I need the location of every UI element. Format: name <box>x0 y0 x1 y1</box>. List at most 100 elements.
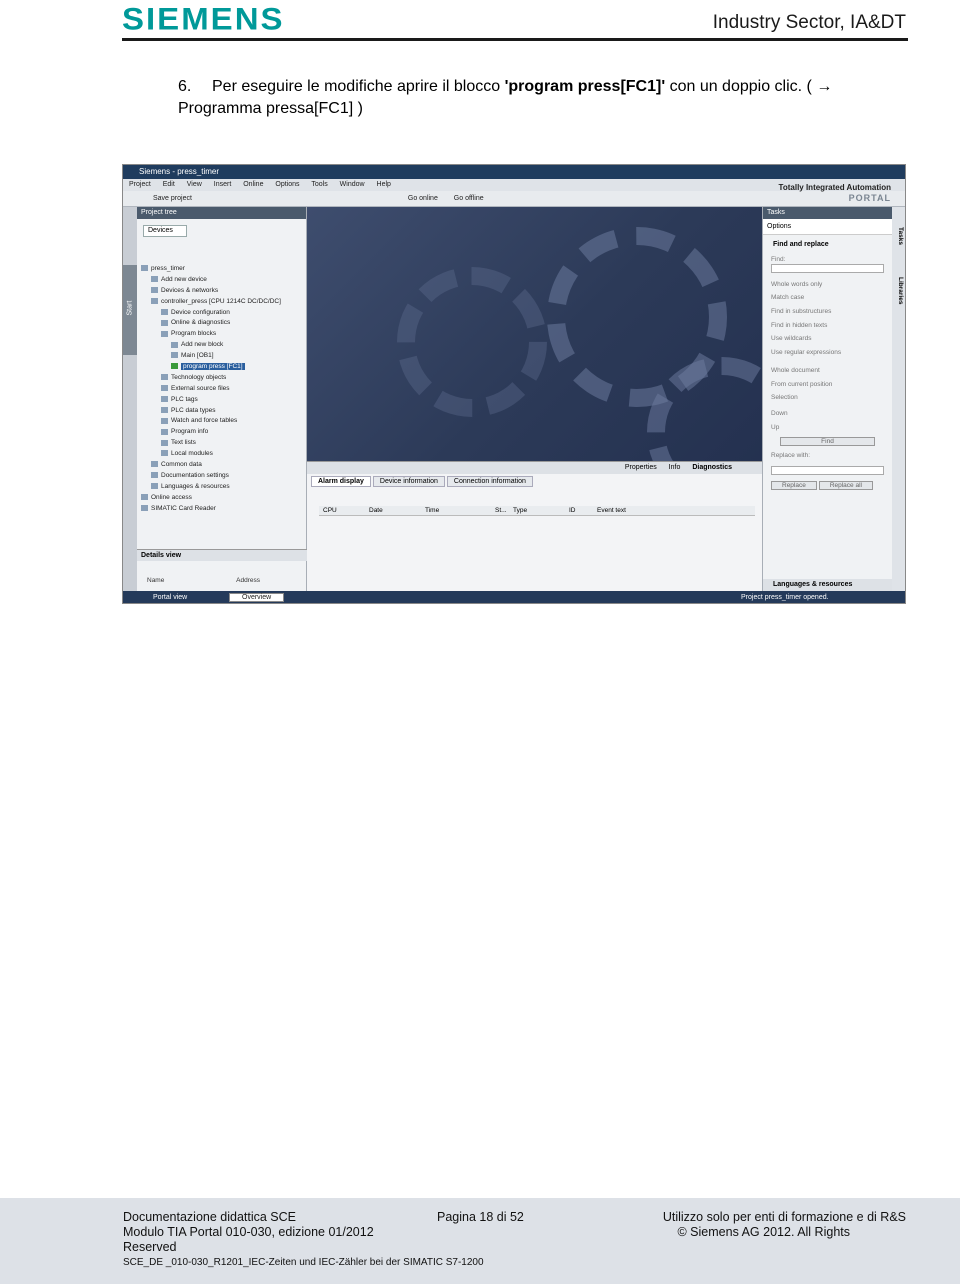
find-option[interactable]: Whole words only <box>763 281 892 295</box>
tree-item[interactable]: Local modules <box>139 450 305 461</box>
find-button[interactable]: Find <box>780 437 875 447</box>
tree-item[interactable]: press_timer <box>139 265 305 276</box>
col-name: Name <box>147 577 165 584</box>
direction-option[interactable]: Up <box>763 424 892 438</box>
footer-doc: Documentazione didattica SCE <box>123 1210 297 1224</box>
tia-portal-screenshot: Siemens - press_timer Project Edit View … <box>122 164 906 604</box>
siemens-logo: SIEMENS <box>122 0 285 37</box>
tab-properties[interactable]: Properties <box>625 464 657 471</box>
portal-view-button[interactable]: Portal view <box>153 594 187 601</box>
menu-help[interactable]: Help <box>377 181 391 188</box>
col-time: Time <box>425 507 440 514</box>
start-label: Start <box>126 300 134 316</box>
menu-options[interactable]: Options <box>275 181 299 188</box>
start-tab[interactable]: Start <box>123 265 137 355</box>
tree-item[interactable]: PLC data types <box>139 407 305 418</box>
tree-item[interactable]: SIMATIC Card Reader <box>139 505 305 516</box>
project-tree-header: Project tree <box>137 207 306 219</box>
tree-item[interactable]: Languages & resources <box>139 483 305 494</box>
page-footer: Documentazione didattica SCE Pagina 18 d… <box>0 1198 960 1284</box>
tree-item[interactable]: Online access <box>139 494 305 505</box>
tab-devices[interactable]: Devices <box>143 225 187 237</box>
tree-item[interactable]: Devices & networks <box>139 287 305 298</box>
find-option[interactable]: Use wildcards <box>763 335 892 349</box>
tree-item[interactable]: Program blocks <box>139 330 305 341</box>
tasks-header: Tasks <box>763 207 892 219</box>
step-text: Per eseguire le modifiche aprire il bloc… <box>212 78 505 95</box>
replace-input[interactable] <box>771 465 884 475</box>
menu-view[interactable]: View <box>187 181 202 188</box>
alarm-table-header: CPU Date Time St... Type ID Event text <box>319 506 755 516</box>
inspector-panel: Properties Info Diagnostics Alarm displa… <box>307 461 762 591</box>
side-tab-libraries[interactable]: Libraries <box>897 277 904 304</box>
footer-file: SCE_DE _010-030_R1201_IEC-Zeiten und IEC… <box>123 1257 484 1268</box>
menu-edit[interactable]: Edit <box>163 181 175 188</box>
col-event-text: Event text <box>597 507 626 514</box>
menu-insert[interactable]: Insert <box>214 181 232 188</box>
menu-online[interactable]: Online <box>243 181 263 188</box>
tree-item[interactable]: Watch and force tables <box>139 417 305 428</box>
tree-item-program-press[interactable]: program press [FC1] <box>139 363 305 374</box>
tree-item[interactable]: Main [OB1] <box>139 352 305 363</box>
menu-tools[interactable]: Tools <box>311 181 327 188</box>
find-input[interactable] <box>771 263 884 273</box>
side-tabs: Tasks Libraries <box>892 207 905 591</box>
find-option[interactable]: Find in hidden texts <box>763 322 892 336</box>
tree-item[interactable]: Online & diagnostics <box>139 319 305 330</box>
tree-item[interactable]: Text lists <box>139 439 305 450</box>
tab-device-information[interactable]: Device information <box>372 476 445 487</box>
status-bar: Portal view Overview Project press_timer… <box>123 591 905 603</box>
find-replace-header[interactable]: Find and replace <box>763 235 892 250</box>
menu-project[interactable]: Project <box>129 181 151 188</box>
go-online-button[interactable]: Go online <box>408 195 438 202</box>
tree-item[interactable]: controller_press [CPU 1214C DC/DC/DC] <box>139 298 305 309</box>
replace-label: Replace with: <box>771 452 811 460</box>
portal-title: Totally Integrated Automation <box>778 183 891 192</box>
details-view-header[interactable]: Details view <box>137 549 307 561</box>
step-translation: Programma pressa[FC1] ) <box>178 100 363 117</box>
tree-item[interactable]: Technology objects <box>139 374 305 385</box>
step-number: 6. <box>178 78 192 95</box>
find-option[interactable]: Use regular expressions <box>763 349 892 363</box>
go-offline-button[interactable]: Go offline <box>454 195 484 202</box>
menu-window[interactable]: Window <box>340 181 365 188</box>
tab-connection-information[interactable]: Connection information <box>446 476 533 487</box>
find-option[interactable]: Find in substructures <box>763 308 892 322</box>
tree-item[interactable]: Add new block <box>139 341 305 352</box>
replace-button[interactable]: Replace <box>771 480 817 490</box>
status-message: Project press_timer opened. <box>741 594 829 601</box>
footer-reserved: Reserved <box>123 1240 177 1254</box>
window-title: Siemens - press_timer <box>123 165 905 179</box>
options-header[interactable]: Options <box>763 219 892 235</box>
footer-module: Modulo TIA Portal 010-030, edizione 01/2… <box>123 1225 374 1239</box>
find-label: Find: <box>771 256 786 263</box>
languages-resources-header[interactable]: Languages & resources <box>763 579 892 591</box>
portal-subtitle: PORTAL <box>848 193 891 203</box>
side-tab-tasks[interactable]: Tasks <box>897 227 904 245</box>
workspace-background <box>307 207 797 507</box>
scope-option[interactable]: Whole document <box>763 367 892 381</box>
scope-option[interactable]: From current position <box>763 381 892 395</box>
col-status: St... <box>495 507 507 514</box>
tree-item[interactable]: Documentation settings <box>139 472 305 483</box>
replace-all-button[interactable]: Replace all <box>818 480 873 490</box>
alarm-tabs: Alarm display Device information Connectio… <box>311 476 535 487</box>
tab-alarm-display[interactable]: Alarm display <box>311 476 371 487</box>
scope-option[interactable]: Selection <box>763 394 892 408</box>
tree-item[interactable]: Common data <box>139 461 305 472</box>
direction-option[interactable]: Down <box>763 410 892 424</box>
tasks-panel: Tasks Options Find and replace Find: Who… <box>762 207 892 591</box>
overview-button[interactable]: Overview <box>229 593 285 602</box>
tree-item[interactable]: Program info <box>139 428 305 439</box>
tree-item[interactable]: Add new device <box>139 276 305 287</box>
tree-item[interactable]: Device configuration <box>139 309 305 320</box>
inspector-tabs: Properties Info Diagnostics <box>307 462 762 474</box>
tree-item[interactable]: External source files <box>139 385 305 396</box>
tab-info[interactable]: Info <box>669 464 681 471</box>
tree-item[interactable]: PLC tags <box>139 396 305 407</box>
tab-diagnostics[interactable]: Diagnostics <box>692 464 732 471</box>
save-project-button[interactable]: Save project <box>153 195 192 202</box>
project-tree-panel: Project tree Devices press_timer Add new… <box>137 207 307 591</box>
find-option[interactable]: Match case <box>763 294 892 308</box>
col-date: Date <box>369 507 383 514</box>
